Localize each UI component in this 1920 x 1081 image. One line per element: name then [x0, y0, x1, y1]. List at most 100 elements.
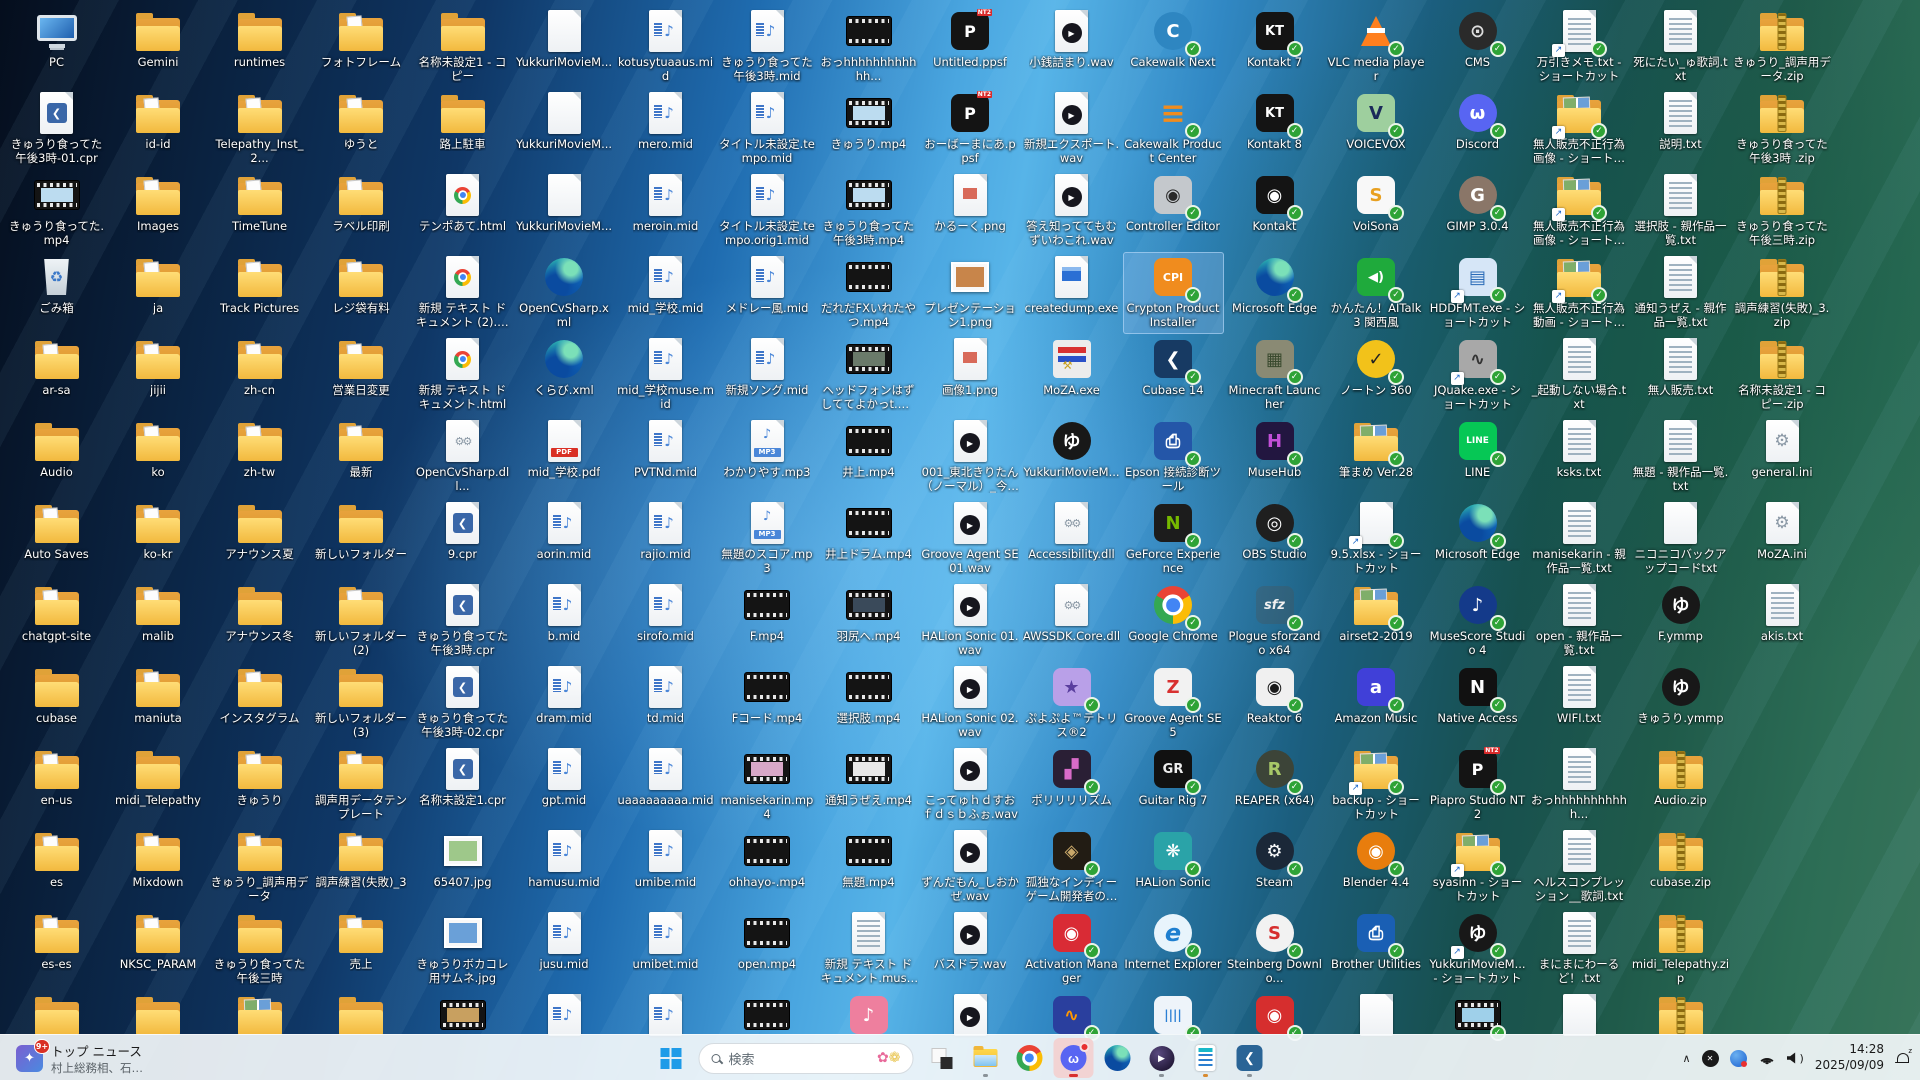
desktop-icon[interactable]: e✓Internet Explorer — [1123, 908, 1224, 990]
desktop-icon[interactable]: ❋✓HALion Sonic — [1123, 826, 1224, 908]
desktop-icon[interactable]: 名称未設定1 - コピー — [412, 6, 513, 88]
desktop-icon[interactable]: CPI✓Crypton Product Installer — [1123, 252, 1224, 334]
desktop-icon[interactable]: 最新 — [311, 416, 412, 498]
desktop-icon[interactable]: YukkuriMovieM... — [514, 6, 615, 88]
desktop-icon[interactable]: きゅうり_調声用データ.zip — [1732, 6, 1833, 88]
desktop-icon[interactable]: 井上ドラム.mp4 — [818, 498, 919, 580]
desktop-icon[interactable]: V✓VOICEVOX — [1326, 88, 1427, 170]
desktop-icon[interactable]: 名称未設定1 - コピー.zip — [1732, 334, 1833, 416]
desktop-icon[interactable]: N✓GeForce Experience — [1123, 498, 1224, 580]
desktop-icon[interactable]: ♪td.mid — [615, 662, 716, 744]
start-button[interactable] — [651, 1038, 691, 1078]
desktop-icon[interactable]: ⚒MoZA.exe — [1021, 334, 1122, 416]
desktop-icon[interactable]: ▞✓ポリリリリズム — [1021, 744, 1122, 826]
desktop-icon[interactable]: en-us — [6, 744, 107, 826]
desktop-icon[interactable]: ♪rajio.mid — [615, 498, 716, 580]
desktop-icon[interactable]: きゅうり — [209, 744, 310, 826]
desktop-icon[interactable]: ✓airset2-2019 — [1326, 580, 1427, 662]
desktop-icon[interactable]: きゅうり_調声用データ — [209, 826, 310, 908]
desktop-icon[interactable]: ♪MP3無題のスコア.mp3 — [717, 498, 818, 580]
desktop-icon[interactable]: ✓Microsoft Edge — [1427, 498, 1528, 580]
desktop-icon[interactable]: きゅうり.mp4 — [818, 88, 919, 170]
volume-icon[interactable]: ) — [1787, 1052, 1804, 1064]
desktop-icon[interactable]: akis.txt — [1732, 580, 1833, 662]
desktop-icon[interactable]: ヘルスコンプレッション__歌詞.txt — [1529, 826, 1630, 908]
desktop-icon[interactable]: テンポあて.html — [412, 170, 513, 252]
desktop-icon[interactable]: ⊙✓CMS — [1427, 6, 1528, 88]
desktop-icon[interactable]: ▶新規エクスポート.wav — [1021, 88, 1122, 170]
desktop-icon[interactable]: PNT2おーばーまにあ.ppsf — [920, 88, 1021, 170]
desktop-icon[interactable]: ★✓ぷよぷよ™テトリス®2 — [1021, 662, 1122, 744]
desktop-icon[interactable]: midi_Telepathy — [108, 744, 209, 826]
desktop-icon[interactable]: ko — [108, 416, 209, 498]
desktop-icon[interactable]: 調声用データテンプレート — [311, 744, 412, 826]
desktop-icon[interactable]: 営業日変更 — [311, 334, 412, 416]
wifi-icon[interactable] — [1758, 1052, 1776, 1065]
desktop-icon[interactable]: GR✓Guitar Rig 7 — [1123, 744, 1224, 826]
tray-x-circle-icon[interactable]: ✕ — [1702, 1050, 1719, 1067]
desktop-icon[interactable]: インスタグラム — [209, 662, 310, 744]
tray-chevron-up-icon[interactable]: ∧ — [1682, 1052, 1690, 1065]
desktop-icon[interactable]: 調声練習(失敗)_3 — [311, 826, 412, 908]
desktop-icon[interactable]: NKSC_PARAM — [108, 908, 209, 990]
desktop-icon[interactable]: ♪jusu.mid — [514, 908, 615, 990]
desktop-icon[interactable]: ▶001_東北きりたん（ノーマル）_今じゃ... — [920, 416, 1021, 498]
desktop-icon[interactable]: ♪dram.mid — [514, 662, 615, 744]
desktop-icon[interactable]: 選択肢 - 親作品一覧.txt — [1630, 170, 1731, 252]
desktop-icon[interactable]: malib — [108, 580, 209, 662]
desktop-icon[interactable]: ✓↗無人販売不正行為画像 - ショートカッ... — [1529, 88, 1630, 170]
desktop-icon[interactable]: F.mp4 — [717, 580, 818, 662]
desktop-icon[interactable]: zh-cn — [209, 334, 310, 416]
desktop-icon[interactable]: ♪meroin.mid — [615, 170, 716, 252]
desktop-icon[interactable]: おっhhhhhhhhhhhh... — [818, 6, 919, 88]
desktop-icon[interactable]: H✓MuseHub — [1224, 416, 1325, 498]
desktop-icon[interactable]: S✓Steinberg Downlo... — [1224, 908, 1325, 990]
desktop-icon[interactable]: ♪きゅうり食ってた午後3時.mid — [717, 6, 818, 88]
desktop-icon[interactable]: くらび.xml — [514, 334, 615, 416]
desktop-icon[interactable]: ラベル印刷 — [311, 170, 412, 252]
taskbar-discord[interactable]: ω — [1054, 1038, 1094, 1078]
desktop-icon[interactable]: N✓Native Access — [1427, 662, 1528, 744]
widgets-button[interactable]: ✦ 9+ トップ ニュース 村上総務相、石… — [8, 1035, 151, 1081]
desktop-icon[interactable]: PNT2Untitled.ppsf — [920, 6, 1021, 88]
desktop-icon[interactable]: YukkuriMovieM... — [514, 88, 615, 170]
desktop-icon[interactable]: ⎙✓Brother Utilities — [1326, 908, 1427, 990]
desktop-icon[interactable]: manisekarin.mp4 — [717, 744, 818, 826]
desktop-icon[interactable]: 新しいフォルダー — [311, 498, 412, 580]
desktop-icon[interactable]: Gemini — [108, 6, 209, 88]
desktop-icon[interactable]: ✓筆まめ Ver.28 — [1326, 416, 1427, 498]
desktop-icon[interactable]: ▶小銭詰まり.wav — [1021, 6, 1122, 88]
desktop-icon[interactable]: ゆきゅうり.ymmp — [1630, 662, 1731, 744]
desktop-icon[interactable]: ◉✓Kontakt — [1224, 170, 1325, 252]
desktop-icon[interactable]: chatgpt-site — [6, 580, 107, 662]
taskbar-google-chrome[interactable] — [1010, 1038, 1050, 1078]
desktop-icon[interactable]: ⚙general.ini — [1732, 416, 1833, 498]
desktop-icon[interactable]: ♪タイトル未設定.tempo.mid — [717, 88, 818, 170]
desktop-icon[interactable]: ✓↗backup - ショートカット — [1326, 744, 1427, 826]
desktop-icon[interactable]: cubase — [6, 662, 107, 744]
desktop-icon[interactable]: runtimes — [209, 6, 310, 88]
desktop-icon[interactable]: ヘッドフォンはずしててよかっt.mp4 — [818, 334, 919, 416]
desktop-icon[interactable]: 通知うぜえ.mp4 — [818, 744, 919, 826]
desktop-icon[interactable]: ⎙✓Epson 接続診断ツール — [1123, 416, 1224, 498]
desktop-icon[interactable]: Auto Saves — [6, 498, 107, 580]
desktop-icon[interactable]: ◉✓Activation Manager — [1021, 908, 1122, 990]
taskbar-media-player[interactable]: ▶ — [1142, 1038, 1182, 1078]
desktop-icon[interactable]: a✓Amazon Music — [1326, 662, 1427, 744]
desktop-icon[interactable]: 新規 テキスト ドキュメント.html — [412, 334, 513, 416]
desktop-icon[interactable]: ja — [108, 252, 209, 334]
desktop-icon[interactable]: 選択肢.mp4 — [818, 662, 919, 744]
desktop-icon[interactable]: WIFI.txt — [1529, 662, 1630, 744]
desktop-icon[interactable]: 死にたい_ゅ歌詞.txt — [1630, 6, 1731, 88]
desktop-icon[interactable]: きゅうり食ってた午後3時 .zip — [1732, 88, 1833, 170]
desktop-icon[interactable]: ♪タイトル未設定.tempo.orig1.mid — [717, 170, 818, 252]
desktop-icon[interactable]: ♪kotusytuaaus.mid — [615, 6, 716, 88]
desktop-icon[interactable]: es-es — [6, 908, 107, 990]
desktop-icon[interactable]: ♪hamusu.mid — [514, 826, 615, 908]
desktop-icon[interactable]: ❮名称未設定1.cpr — [412, 744, 513, 826]
desktop-icon[interactable]: ▶HALion Sonic 02.wav — [920, 662, 1021, 744]
search-box[interactable]: 検索 ✿❁ — [699, 1043, 914, 1074]
desktop-icon[interactable]: きゅうりボカコレ用サムネ.jpg — [412, 908, 513, 990]
desktop-icon[interactable]: きゅうり食ってた.mp4 — [6, 170, 107, 252]
desktop-icon[interactable]: Audio — [6, 416, 107, 498]
